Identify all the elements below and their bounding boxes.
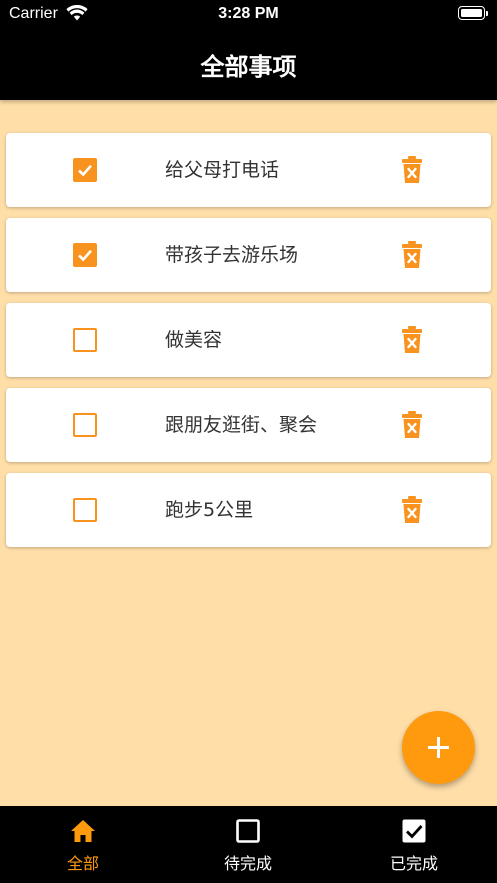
todo-checkbox[interactable] (73, 328, 97, 352)
status-time: 3:28 PM (218, 5, 279, 22)
todo-list: 给父母打电话 带孩子去游乐场 做美容跟朋友逛街、聚会 跑步5公里 (6, 133, 491, 558)
delete-todo-button[interactable] (398, 155, 426, 185)
todo-text: 做美容 (165, 329, 223, 351)
todo-checkbox[interactable] (73, 413, 97, 437)
trash-icon (402, 496, 422, 523)
status-bar: Carrier 3:28 PM (0, 0, 497, 28)
tab-completed-label: 已完成 (389, 854, 438, 873)
todo-text: 给父母打电话 (165, 159, 280, 181)
delete-todo-button[interactable] (398, 410, 426, 440)
empty-checkbox-icon (236, 819, 260, 843)
tab-bar: 全部 待完成 已完成 (0, 806, 497, 883)
todo-text: 带孩子去游乐场 (165, 244, 299, 266)
todo-item: 跑步5公里 (6, 473, 491, 547)
checked-checkbox-icon (402, 819, 426, 843)
delete-todo-button[interactable] (398, 495, 426, 525)
todo-checkbox[interactable] (73, 498, 97, 522)
delete-todo-button[interactable] (398, 325, 426, 355)
checkmark-icon (78, 249, 92, 262)
trash-icon (402, 326, 422, 353)
tab-completed[interactable]: 已完成 (354, 806, 474, 883)
todo-text: 跑步5公里 (165, 499, 254, 521)
tab-all[interactable]: 全部 (23, 806, 143, 883)
checkmark-icon (78, 164, 92, 177)
todo-text: 跟朋友逛街、聚会 (165, 414, 318, 436)
todo-item: 给父母打电话 (6, 133, 491, 207)
home-icon (71, 820, 95, 842)
plus-icon (428, 737, 449, 758)
todo-checkbox-checked[interactable] (73, 243, 97, 267)
nav-bar: 全部事项 (0, 28, 497, 100)
todo-item: 跟朋友逛街、聚会 (6, 388, 491, 462)
tab-pending[interactable]: 待完成 (188, 806, 308, 883)
todo-checkbox-checked[interactable] (73, 158, 97, 182)
trash-icon (402, 156, 422, 183)
tab-all-label: 全部 (66, 854, 99, 873)
tab-pending-label: 待完成 (223, 854, 272, 873)
add-todo-button[interactable] (402, 711, 475, 784)
page-title: 全部事项 (200, 53, 297, 81)
delete-todo-button[interactable] (398, 240, 426, 270)
battery-icon (458, 6, 488, 20)
todo-item: 做美容 (6, 303, 491, 377)
trash-icon (402, 241, 422, 268)
todo-item: 带孩子去游乐场 (6, 218, 491, 292)
trash-icon (402, 411, 422, 438)
